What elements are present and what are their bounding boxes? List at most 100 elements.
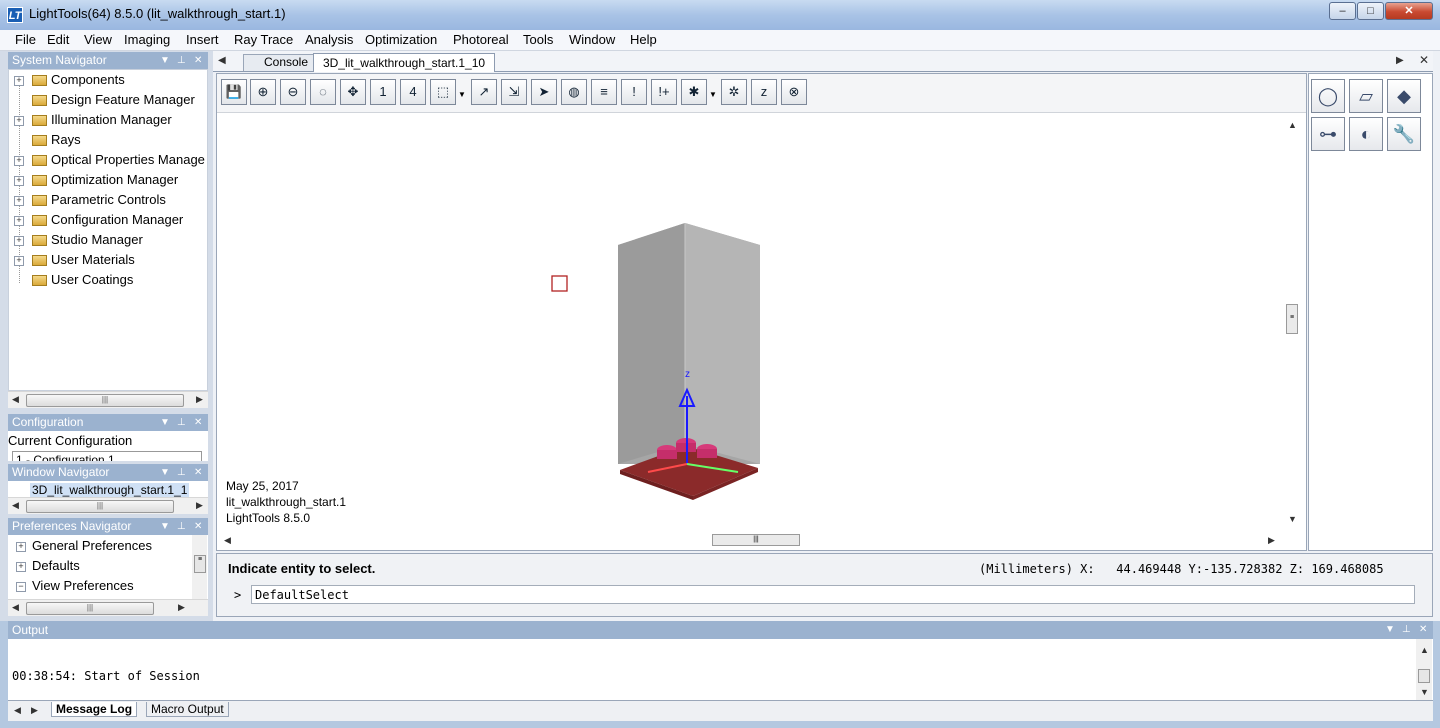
- expand-icon[interactable]: +: [16, 542, 26, 552]
- panel-menu-icon[interactable]: ▼: [160, 464, 170, 481]
- panel-close-icon[interactable]: ✕: [194, 52, 202, 69]
- minimize-button[interactable]: –: [1329, 2, 1356, 20]
- warning-icon[interactable]: !: [621, 79, 647, 105]
- expand-icon[interactable]: +: [14, 116, 24, 126]
- pin-icon[interactable]: ⊥: [177, 414, 186, 431]
- menu-ray-trace[interactable]: Ray Trace: [234, 32, 293, 47]
- sysnav-item[interactable]: Illumination Manager: [51, 112, 172, 127]
- expand-icon[interactable]: +: [14, 176, 24, 186]
- sysnav-item[interactable]: Components: [51, 72, 125, 87]
- chevron-down-icon[interactable]: ▼: [709, 90, 717, 99]
- menu-view[interactable]: View: [84, 32, 112, 47]
- command-input[interactable]: [251, 585, 1415, 604]
- maximize-button[interactable]: □: [1357, 2, 1384, 20]
- z-icon[interactable]: z: [751, 79, 777, 105]
- solid-primitives-icon[interactable]: ◆: [1387, 79, 1421, 113]
- tab-scroll-left-icon[interactable]: ◀: [218, 55, 226, 66]
- menu-edit[interactable]: Edit: [47, 32, 69, 47]
- wireframe-icon[interactable]: ⬚: [430, 79, 456, 105]
- zoom-out-icon[interactable]: ⊖: [280, 79, 306, 105]
- sysnav-item[interactable]: Studio Manager: [51, 232, 143, 247]
- panel-menu-icon[interactable]: ▼: [160, 518, 170, 535]
- sysnav-item[interactable]: Optimization Manager: [51, 172, 178, 187]
- sysnav-item[interactable]: Optical Properties Manage: [51, 152, 205, 167]
- panel-close-icon[interactable]: ✕: [194, 414, 202, 431]
- view-1-icon[interactable]: 1: [370, 79, 396, 105]
- lens-component-icon[interactable]: ◯: [1311, 79, 1345, 113]
- text-icon[interactable]: ≡: [591, 79, 617, 105]
- expand-icon[interactable]: +: [14, 196, 24, 206]
- pref-item-view[interactable]: View Preferences: [32, 578, 134, 593]
- pref-item-general[interactable]: General Preferences: [32, 538, 152, 553]
- pin-icon[interactable]: ⊥: [1402, 621, 1411, 639]
- sysnav-item[interactable]: Parametric Controls: [51, 192, 166, 207]
- configuration-select[interactable]: 1 - Configuration 1: [12, 451, 202, 461]
- add-warning-icon[interactable]: !+: [651, 79, 677, 105]
- panel-close-icon[interactable]: ✕: [194, 464, 202, 481]
- pin-icon[interactable]: ⊥: [177, 518, 186, 535]
- lens-icon[interactable]: ◍: [561, 79, 587, 105]
- select-arrow-icon[interactable]: ➤: [531, 79, 557, 105]
- expand-icon[interactable]: +: [14, 256, 24, 266]
- system-navigator-scrollbar[interactable]: ◀ ||| ▶: [8, 391, 208, 408]
- sysnav-item[interactable]: Configuration Manager: [51, 212, 183, 227]
- preferences-vscroll[interactable]: ≡: [192, 535, 207, 599]
- viewport-hscroll[interactable]: ◀ ||| ▶: [218, 531, 1284, 549]
- ray-icon[interactable]: ⇲: [501, 79, 527, 105]
- wrench-icon[interactable]: 🔧: [1387, 117, 1421, 151]
- axes-icon[interactable]: ↗: [471, 79, 497, 105]
- menu-photoreal[interactable]: Photoreal: [453, 32, 509, 47]
- menu-file[interactable]: File: [15, 32, 36, 47]
- menu-tools[interactable]: Tools: [523, 32, 553, 47]
- expand-icon[interactable]: +: [14, 236, 24, 246]
- menu-window[interactable]: Window: [569, 32, 615, 47]
- tab-message-log[interactable]: Message Log: [51, 702, 138, 717]
- menu-optimization[interactable]: Optimization: [365, 32, 437, 47]
- window-navigator-item[interactable]: 3D_lit_walkthrough_start.1_1: [30, 483, 190, 497]
- filter-icon[interactable]: ✱: [681, 79, 707, 105]
- pin-icon[interactable]: ⊥: [177, 464, 186, 481]
- menu-analysis[interactable]: Analysis: [305, 32, 353, 47]
- zoom-all-icon[interactable]: ✥: [340, 79, 366, 105]
- sysnav-item[interactable]: User Coatings: [51, 272, 133, 287]
- sysnav-item[interactable]: User Materials: [51, 252, 135, 267]
- 3d-viewport[interactable]: z May 25, 2017 lit_walkthrough_start.1 L…: [218, 114, 1284, 530]
- tab-close-icon[interactable]: ✕: [1419, 53, 1429, 67]
- view-4-icon[interactable]: 4: [400, 79, 426, 105]
- zoom-window-icon[interactable]: ◌: [310, 79, 336, 105]
- zoom-in-icon[interactable]: ⊕: [250, 79, 276, 105]
- expand-icon[interactable]: +: [14, 76, 24, 86]
- panel-menu-icon[interactable]: ▼: [1385, 621, 1395, 639]
- sysnav-item[interactable]: Design Feature Manager: [51, 92, 195, 107]
- pin-icon[interactable]: ⊥: [177, 52, 186, 69]
- collapse-icon[interactable]: −: [16, 582, 26, 592]
- expand-icon[interactable]: +: [14, 156, 24, 166]
- window-navigator-scrollbar[interactable]: ◀ ||| ▶: [8, 497, 208, 514]
- preferences-scrollbar[interactable]: ◀ ||| ▶: [8, 599, 208, 616]
- rotate-icon[interactable]: ⊗: [781, 79, 807, 105]
- close-button[interactable]: ✕: [1385, 2, 1433, 20]
- tab-scroll-right-icon[interactable]: ▶: [1396, 55, 1404, 66]
- viewport-vscroll[interactable]: ▲ ≡ ▼: [1284, 114, 1300, 530]
- tab-3d-view[interactable]: 3D_lit_walkthrough_start.1_10: [313, 53, 495, 72]
- menu-insert[interactable]: Insert: [186, 32, 219, 47]
- binoculars-icon[interactable]: ⊶: [1311, 117, 1345, 151]
- expand-icon[interactable]: +: [16, 562, 26, 572]
- sysnav-item[interactable]: Rays: [51, 132, 81, 147]
- panel-menu-icon[interactable]: ▼: [160, 52, 170, 69]
- panel-close-icon[interactable]: ✕: [1419, 621, 1427, 639]
- tab-macro-output[interactable]: Macro Output: [146, 702, 229, 717]
- pref-item-defaults[interactable]: Defaults: [32, 558, 80, 573]
- illumination-source-icon[interactable]: ◐: [1349, 117, 1383, 151]
- dim-icon[interactable]: ✲: [721, 79, 747, 105]
- output-vscroll[interactable]: ▲ ▼: [1416, 639, 1432, 700]
- panel-menu-icon[interactable]: ▼: [160, 414, 170, 431]
- menu-imaging[interactable]: Imaging: [124, 32, 170, 47]
- panel-close-icon[interactable]: ✕: [194, 518, 202, 535]
- receiver-icon[interactable]: ▱: [1349, 79, 1383, 113]
- folder-icon: [32, 195, 47, 206]
- expand-icon[interactable]: +: [14, 216, 24, 226]
- menu-help[interactable]: Help: [630, 32, 657, 47]
- save-icon[interactable]: 💾: [221, 79, 247, 105]
- chevron-down-icon[interactable]: ▼: [458, 90, 466, 99]
